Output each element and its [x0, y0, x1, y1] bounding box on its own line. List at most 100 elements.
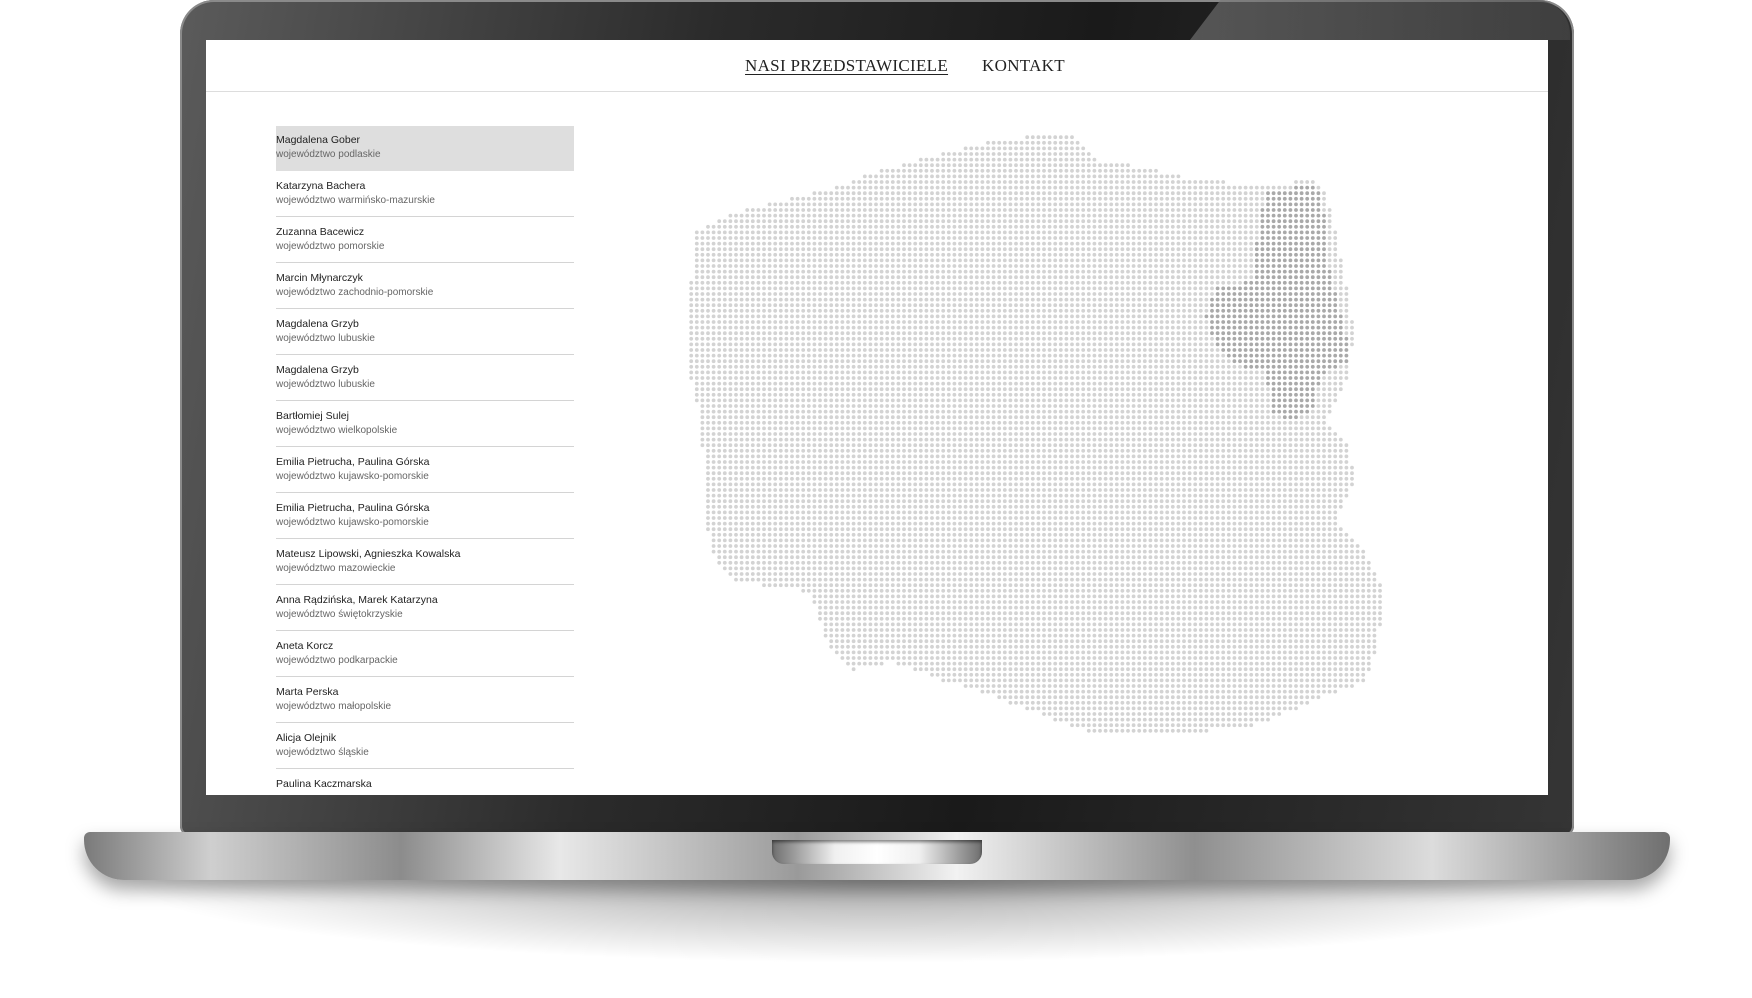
map-dot — [834, 387, 839, 392]
list-item[interactable]: Emilia Pietrucha, Paulina Górska wojewódz… — [276, 494, 574, 539]
map-dot — [717, 264, 722, 268]
list-item[interactable]: Emilia Pietrucha, Paulina Górska wojewódz… — [276, 448, 574, 493]
map-dot — [991, 280, 996, 285]
list-item[interactable]: Marcin Młynarczyk województwo zachodnio-p… — [276, 264, 574, 309]
map-dot — [851, 308, 856, 313]
map-dot — [756, 292, 761, 296]
map-dot — [924, 236, 929, 240]
map-dot — [750, 353, 755, 358]
map-dot — [1114, 163, 1119, 168]
map-dot — [868, 336, 873, 341]
map-dot — [980, 180, 985, 184]
map-dot — [862, 303, 867, 308]
map-dot — [1036, 202, 1041, 207]
map-dot — [1131, 168, 1136, 173]
map-dot — [1126, 286, 1130, 291]
map-dot — [1232, 370, 1237, 375]
map-dot — [941, 157, 946, 162]
nav-link-contact[interactable]: KONTAKT — [982, 56, 1065, 76]
map-dot — [1042, 398, 1046, 403]
map-dot — [1086, 168, 1091, 173]
map-dot-highlighted — [1249, 342, 1254, 347]
map-dot — [1064, 135, 1069, 140]
poland-dot-map[interactable] — [676, 122, 1476, 795]
map-dot — [974, 381, 979, 386]
map-dot — [1193, 387, 1198, 392]
map-dot — [963, 409, 968, 414]
map-dot — [879, 280, 884, 285]
map-dot — [1232, 398, 1237, 403]
map-dot — [706, 392, 710, 397]
map-dot — [812, 409, 817, 414]
list-item[interactable]: Magdalena Gober województwo podlaskie — [276, 126, 574, 171]
map-dot — [1120, 370, 1125, 375]
list-item[interactable]: Alicja Olejnik województwo śląskie — [276, 724, 574, 769]
map-dot — [1086, 370, 1091, 375]
map-dot — [1187, 191, 1192, 196]
map-dot — [1058, 168, 1063, 173]
map-dot — [902, 264, 906, 268]
map-dot — [812, 303, 817, 308]
map-dot — [885, 258, 890, 263]
map-dot — [1058, 241, 1063, 246]
list-item[interactable]: Bartłomiej Sulej województwo wielkopolski… — [276, 402, 574, 447]
map-dot — [1070, 314, 1074, 319]
map-dot — [1170, 331, 1175, 336]
list-item[interactable]: Katarzyna Bachera województwo warmińsko-m… — [276, 172, 574, 217]
map-dot — [778, 336, 783, 341]
map-dot — [1182, 213, 1186, 218]
map-dot — [930, 370, 934, 375]
map-dot — [1081, 292, 1086, 296]
map-dot — [1114, 230, 1119, 235]
map-dot — [1120, 252, 1125, 257]
map-dot — [1070, 157, 1074, 162]
map-dot — [885, 208, 890, 212]
list-item[interactable]: Magdalena Grzyb województwo lubuskie — [276, 356, 574, 401]
map-dot-highlighted — [1215, 320, 1220, 324]
map-dot — [750, 252, 755, 257]
map-dot — [812, 247, 817, 252]
map-dot — [840, 247, 845, 252]
list-item[interactable]: Zuzanna Bacewicz województwo pomorskie — [276, 218, 574, 263]
map-dot — [1036, 224, 1041, 229]
map-dot — [907, 292, 912, 296]
representative-region: województwo podlaskie — [276, 149, 381, 160]
list-item[interactable]: Mateusz Lipowski, Agnieszka Kowalska woje… — [276, 540, 574, 585]
map-dot-highlighted — [1215, 286, 1220, 291]
map-dot — [879, 191, 884, 196]
map-dot — [885, 292, 890, 296]
map-dot — [902, 342, 906, 347]
map-dot — [930, 224, 934, 229]
map-dot — [1338, 364, 1343, 369]
map-dot — [1176, 252, 1181, 257]
map-dot — [790, 236, 794, 240]
map-dot — [773, 213, 778, 218]
map-dot-highlighted — [1271, 376, 1276, 380]
map-dot — [896, 230, 901, 235]
map-dot — [1204, 376, 1209, 380]
map-dot — [1333, 241, 1338, 246]
map-dot-highlighted — [1310, 286, 1315, 291]
map-dot — [1075, 297, 1080, 302]
map-dot — [1053, 168, 1058, 173]
map-dot — [952, 269, 957, 274]
list-item[interactable]: Paulina Kaczmarska — [276, 770, 574, 795]
map-dot — [946, 314, 951, 319]
map-dot — [818, 230, 822, 235]
map-dot — [834, 381, 839, 386]
list-item[interactable]: Anna Rądzińska, Marek Katarzyna województ… — [276, 586, 574, 631]
nav-link-representatives[interactable]: NASI PRZEDSTAWICIELE — [745, 56, 948, 76]
list-item[interactable]: Magdalena Grzyb województwo lubuskie — [276, 310, 574, 355]
list-item[interactable]: Aneta Korcz województwo podkarpackie — [276, 632, 574, 677]
map-dot — [963, 342, 968, 347]
map-dot — [745, 208, 750, 212]
map-dot — [812, 336, 817, 341]
map-dot — [974, 208, 979, 212]
map-dot — [1114, 353, 1119, 358]
map-dot — [946, 331, 951, 336]
map-dot — [1042, 168, 1046, 173]
map-dot-highlighted — [1310, 258, 1315, 263]
map-dot — [969, 297, 974, 302]
map-dot — [913, 286, 918, 291]
list-item[interactable]: Marta Perska województwo małopolskie — [276, 678, 574, 723]
